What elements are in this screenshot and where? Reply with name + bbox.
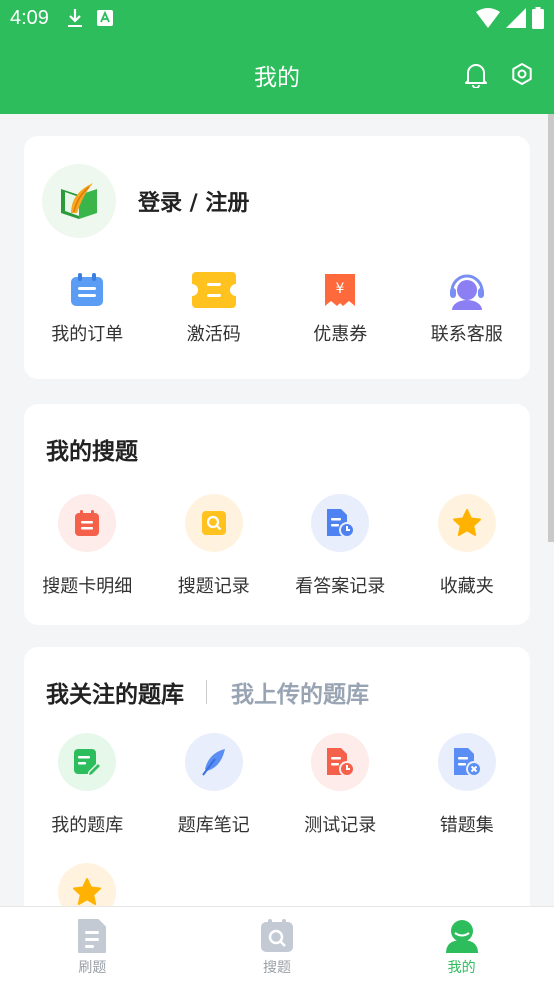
app-logo (42, 164, 116, 238)
favorites[interactable]: 收藏夹 (404, 494, 531, 598)
quick-actions: 我的订单 激活码 ¥ 优惠券 联系客服 (24, 272, 530, 346)
grid-item-label: 搜题卡明细 (42, 576, 133, 597)
login-register-link[interactable]: 登录 / 注册 (138, 185, 249, 217)
profile-tab-icon (445, 920, 478, 953)
icon-circle (184, 494, 243, 552)
question-bank-grid-row2 (24, 863, 530, 906)
icon-circle (437, 733, 496, 791)
bottom-tab-bar: 刷题 搜题 我的 (0, 906, 554, 984)
customer-service-icon (449, 274, 484, 310)
status-time: 4:09 (10, 6, 49, 29)
section-title: 我的搜题 (46, 439, 138, 465)
question-bank-card: 我关注的题库 我上传的题库 我的题库 题库笔记 测试记录 错题集 (24, 647, 530, 906)
search-card-details[interactable]: 搜题卡明细 (24, 494, 151, 598)
practice-icon (78, 919, 107, 953)
grid-item-label: 收藏夹 (439, 576, 494, 597)
test-record[interactable]: 测试记录 (277, 733, 404, 837)
svg-text:¥: ¥ (336, 281, 345, 297)
tab-uploaded-banks[interactable]: 我上传的题库 (231, 675, 369, 709)
quick-action-label: 优惠券 (313, 324, 368, 345)
profile-card: 登录 / 注册 我的订单 激活码 ¥ 优惠券 联系客服 (24, 136, 530, 379)
grid-item-label: 测试记录 (304, 815, 377, 836)
my-search-card: 我的搜题 搜题卡明细 搜题记录 看答案记录 收藏夹 (24, 404, 530, 625)
tab-label: 刷题 (78, 960, 107, 976)
app-header: 我的 (0, 36, 554, 114)
tab-label: 我的 (447, 960, 476, 976)
grid-item-label: 看答案记录 (295, 576, 386, 597)
my-bank-icon (74, 749, 103, 777)
order-icon (71, 273, 104, 306)
app-notification-icon (96, 10, 113, 26)
star-icon (73, 878, 102, 905)
book-leaf-logo-icon (61, 183, 97, 219)
grid-item-label: 错题集 (439, 815, 494, 836)
notes-feather-icon (201, 749, 225, 776)
wrong-questions-icon (453, 748, 482, 777)
test-record-icon (327, 748, 356, 777)
question-bank-extra[interactable] (24, 863, 151, 906)
settings-gear-icon[interactable] (510, 62, 534, 86)
status-bar: 4:09 (0, 0, 554, 36)
icon-circle (58, 494, 117, 552)
tab-profile[interactable]: 我的 (369, 907, 554, 984)
page-title: 我的 (254, 65, 300, 91)
coupon-icon: ¥ (325, 274, 356, 306)
quick-action-orders[interactable]: 我的订单 (24, 272, 151, 346)
grid-item-label: 我的题库 (51, 815, 124, 836)
bell-icon[interactable] (464, 62, 488, 88)
my-search-grid: 搜题卡明细 搜题记录 看答案记录 收藏夹 (24, 494, 530, 598)
quick-action-label: 我的订单 (51, 324, 124, 345)
question-bank-notes[interactable]: 题库笔记 (151, 733, 278, 837)
my-question-bank[interactable]: 我的题库 (24, 733, 151, 837)
quick-action-activation-code[interactable]: 激活码 (151, 272, 278, 346)
quick-action-coupons[interactable]: ¥ 优惠券 (277, 272, 404, 346)
tab-followed-banks[interactable]: 我关注的题库 (46, 675, 184, 709)
icon-circle (437, 494, 496, 552)
question-bank-grid: 我的题库 题库笔记 测试记录 错题集 (24, 733, 530, 837)
answer-record-icon (327, 509, 356, 538)
tab-divider (206, 680, 207, 704)
tab-search[interactable]: 搜题 (185, 907, 370, 984)
search-tab-icon (261, 919, 293, 952)
quick-action-customer-service[interactable]: 联系客服 (404, 272, 531, 346)
quick-action-label: 激活码 (186, 324, 241, 345)
icon-circle (311, 733, 370, 791)
favorites-star-icon (452, 509, 481, 536)
icon-circle (58, 863, 117, 906)
grid-item-label: 题库笔记 (177, 815, 250, 836)
scrollbar[interactable] (548, 114, 554, 542)
main-content[interactable]: 登录 / 注册 我的订单 激活码 ¥ 优惠券 联系客服 我的搜题 搜题卡明细 搜… (0, 114, 554, 906)
battery-icon (532, 7, 544, 29)
wifi-icon (476, 8, 500, 28)
search-record[interactable]: 搜题记录 (151, 494, 278, 598)
download-icon (67, 9, 82, 27)
tab-label: 搜题 (263, 960, 291, 976)
icon-circle (58, 733, 117, 791)
quick-action-label: 联系客服 (430, 324, 503, 345)
icon-circle (311, 494, 370, 552)
login-row[interactable]: 登录 / 注册 (24, 136, 530, 238)
wrong-questions[interactable]: 错题集 (404, 733, 531, 837)
answer-record[interactable]: 看答案记录 (277, 494, 404, 598)
search-record-icon (201, 511, 226, 535)
activation-code-icon (191, 272, 236, 308)
tab-practice[interactable]: 刷题 (0, 907, 185, 984)
grid-item-label: 搜题记录 (177, 576, 250, 597)
question-bank-tabs: 我关注的题库 我上传的题库 (46, 675, 369, 709)
search-card-icon (75, 510, 100, 536)
signal-icon (506, 8, 526, 28)
icon-circle (184, 733, 243, 791)
